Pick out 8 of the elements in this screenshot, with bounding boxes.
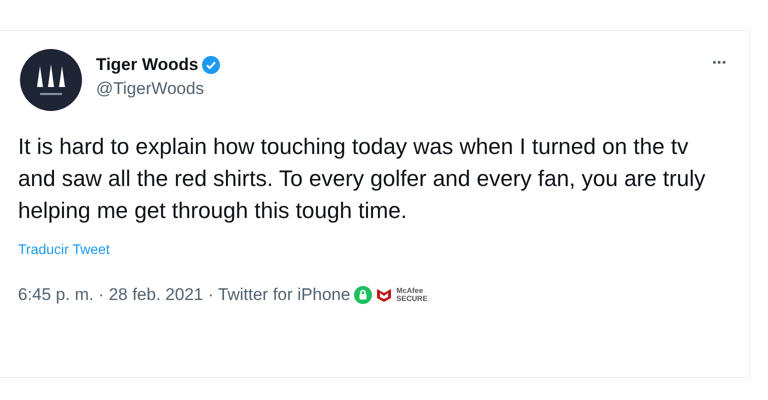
tweet-text: It is hard to explain how touching today was when I turned on the tv and saw all the red shirts. To every golfer and every fan, you are truly helping me get through this tough time. <box>18 133 706 225</box>
tweet-meta: 6:45 p. m. · 28 feb. 2021 · Twitter for iPhone <box>18 285 350 305</box>
more-button[interactable]: ••• <box>708 53 731 73</box>
author-name[interactable]: Tiger Woods <box>96 55 198 75</box>
lock-icon <box>354 286 372 304</box>
shield-icon <box>376 287 392 303</box>
author-handle[interactable]: @TigerWoods <box>96 79 694 99</box>
avatar-logo-icon <box>20 49 82 111</box>
